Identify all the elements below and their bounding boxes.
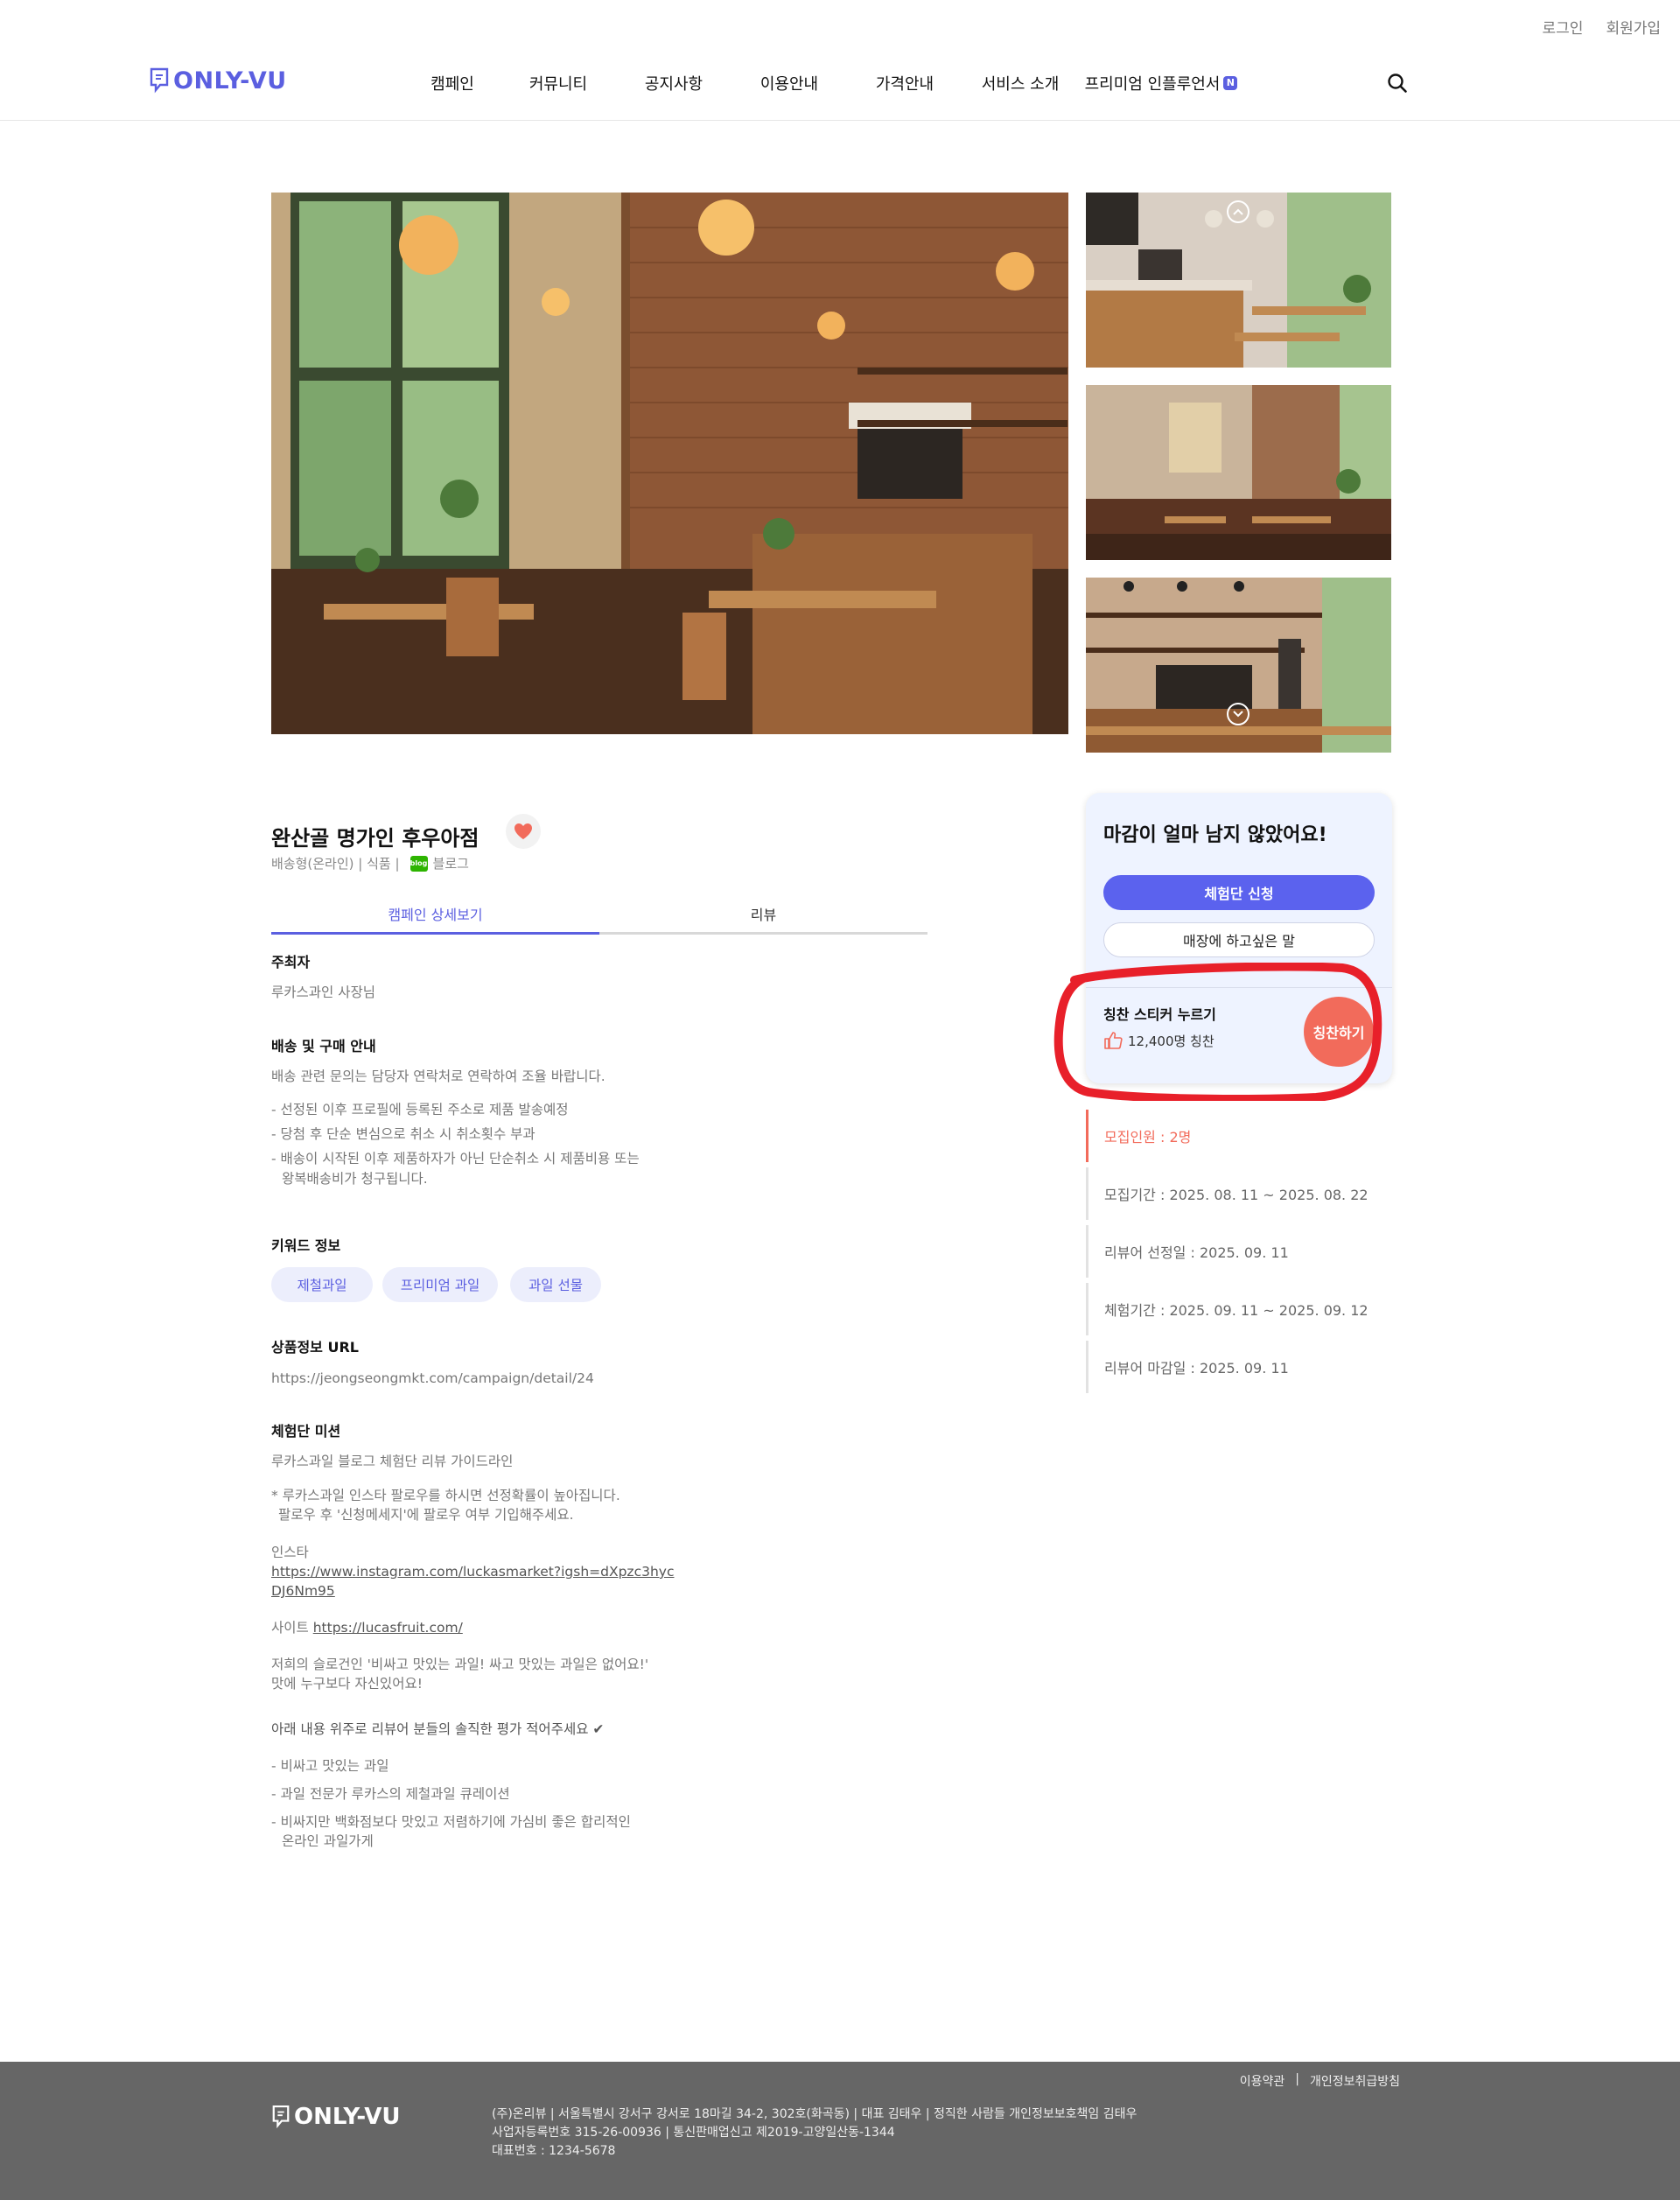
new-badge: N [1223,76,1238,90]
nav-campaign[interactable]: 캠페인 [411,70,494,96]
product-url-heading: 상품정보 URL [271,1339,359,1356]
campaign-tabs: 캠페인 상세보기 리뷰 [271,896,928,935]
main-cafe-image[interactable] [271,193,1068,734]
review-point-3: - 비싸지만 백화점보다 맛있고 저렴하기에 가심비 좋은 합리적인 [271,1814,631,1830]
company-info-line: (주)온리뷰 | 서울특별시 강서구 강서로 18마길 34-2, 302호(화… [492,2107,1138,2121]
site-label: 사이트 [271,1620,309,1636]
search-icon[interactable] [1386,72,1409,95]
insta-label: 인스타 [271,1545,309,1560]
mission-guideline: 루카스과일 블로그 체험단 리뷰 가이드라인 [271,1454,514,1469]
footer-links: 이용약관 | 개인정보취급방침 [1240,2072,1400,2090]
info-recruit-period: 모집기간 : 2025. 08. 11 ~ 2025. 08. 22 [1086,1167,1392,1220]
site-link[interactable]: https://lucasfruit.com/ [313,1620,463,1636]
deadline-notice: 마감이 얼마 남지 않았어요! [1103,824,1327,846]
host-heading: 주최자 [271,954,311,970]
footer-separator: | [1295,2072,1299,2086]
review-point-3-cont: 온라인 과일가게 [282,1833,374,1849]
apply-button[interactable]: 체험단 신청 [1103,875,1375,910]
nav-premium-label: 프리미엄 인플루언서 [1084,75,1221,94]
message-to-store-button[interactable]: 매장에 하고싶은 말 [1103,922,1375,957]
account-links: 로그인 회원가입 [1543,16,1661,38]
heart-icon [514,823,532,839]
slogan: 저희의 슬로건인 '비싸고 맛있는 과일! 싸고 맛있는 과일은 없어요!' [271,1657,649,1672]
signup-link[interactable]: 회원가입 [1606,16,1661,38]
privacy-link[interactable]: 개인정보취급방침 [1310,2072,1400,2090]
campaign-title: 완산골 명가인 후우아점 [271,826,480,851]
top-header: 로그인 회원가입 ONLY-VU 캠페인 커뮤니티 공지사항 이용안내 가격안내… [0,0,1680,121]
review-point-2: - 과일 전문가 루카스의 제철과일 큐레이션 [271,1786,510,1802]
praise-count-text: 12,400명 칭찬 [1128,1033,1214,1049]
shipping-item-3-cont: 왕복배송비가 청구됩니다. [282,1171,428,1187]
blog-icon: blog [410,855,428,872]
terms-link[interactable]: 이용약관 [1240,2072,1285,2090]
keyword-chip[interactable]: 제철과일 [271,1267,373,1302]
nav-about[interactable]: 서비스 소개 [962,70,1078,96]
logo-text: ONLY-VU [173,67,287,95]
review-guide: 아래 내용 위주로 리뷰어 분들의 솔직한 평가 적어주세요 ✔ [271,1721,605,1737]
nav-guide[interactable]: 이용안내 [732,70,847,96]
nav-pricing[interactable]: 가격안내 [847,70,962,96]
company-info-line: 대표번호 : 1234-5678 [492,2144,616,2158]
logo-icon [150,67,169,94]
logo[interactable]: ONLY-VU [149,67,287,95]
thumbnail-2[interactable] [1086,385,1391,560]
thumbs-up-icon [1104,1032,1123,1049]
tab-review[interactable]: 리뷰 [599,896,928,932]
mission-follow-note-cont: 팔로우 후 '신청메세지'에 팔로우 여부 기입해주세요. [278,1507,574,1523]
campaign-channel: 블로그 [432,856,469,872]
footer: 이용약관 | 개인정보취급방침 ONLY-VU (주)온리뷰 | 서울특별시 강… [0,2062,1680,2200]
nav-community[interactable]: 커뮤니티 [500,70,616,96]
insta-link-cont[interactable]: DJ6Nm95 [271,1582,335,1601]
tab-campaign-detail[interactable]: 캠페인 상세보기 [271,896,599,935]
mission-follow-note: * 루카스과일 인스타 팔로우를 하시면 선정확률이 높아집니다. [271,1488,620,1503]
campaign-meta: 배송형(온라인) | 식품 | blog 블로그 [271,854,469,872]
footer-logo-icon [272,2105,290,2129]
praise-count: 12,400명 칭찬 [1103,1031,1214,1050]
shipping-item-3: - 배송이 시작된 이후 제품하자가 아닌 단순취소 시 제품비용 또는 [271,1151,640,1167]
favorite-heart-button[interactable] [506,814,541,849]
nav-notice[interactable]: 공지사항 [616,70,732,96]
mission-heading: 체험단 미션 [271,1423,341,1440]
login-link[interactable]: 로그인 [1543,16,1584,38]
product-url[interactable]: https://jeongseongmkt.com/campaign/detai… [271,1370,594,1388]
insta-link[interactable]: https://www.instagram.com/luckasmarket?i… [271,1563,674,1581]
apply-card: 마감이 얼마 남지 않았어요! 체험단 신청 매장에 하고싶은 말 칭찬 스티커… [1086,793,1392,1083]
info-recruit-count: 모집인원 : 2명 [1086,1110,1392,1162]
slogan-cont: 맛에 누구보다 자신있어요! [271,1676,423,1692]
campaign-type: 배송형(온라인) | 식품 | [271,856,400,872]
nav-premium-influencer[interactable]: 프리미엄 인플루언서 N [1078,70,1244,96]
company-info-line: 사업자등록번호 315-26-00936 | 통신판매업신고 제2019-고양일… [492,2126,895,2140]
shipping-item-2: - 당첨 후 단순 변심으로 취소 시 취소횟수 부과 [271,1126,536,1142]
review-point-1: - 비싸고 맛있는 과일 [271,1758,389,1774]
keyword-chip[interactable]: 프리미엄 과일 [382,1267,498,1302]
shipping-item-1: - 선정된 이후 프로필에 등록된 주소로 제품 발송예정 [271,1102,569,1118]
praise-button[interactable]: 칭찬하기 [1304,997,1374,1067]
thumbnail-3[interactable] [1086,578,1391,753]
shipping-intro: 배송 관련 문의는 담당자 연락처로 연락하여 조율 바랍니다. [271,1068,606,1084]
shipping-heading: 배송 및 구매 안내 [271,1038,376,1054]
site-row: 사이트 https://lucasfruit.com/ [271,1619,463,1637]
keyword-heading: 키워드 정보 [271,1237,341,1254]
keyword-chip[interactable]: 과일 선물 [510,1267,601,1302]
info-review-deadline: 리뷰어 마감일 : 2025. 09. 11 [1086,1341,1392,1393]
thumbnail-up-arrow-icon[interactable] [1227,200,1250,223]
footer-logo-text: ONLY-VU [294,2104,401,2130]
footer-logo[interactable]: ONLY-VU [271,2104,401,2130]
host-name: 루카스과인 사장님 [271,984,376,1000]
thumbnail-down-arrow-icon[interactable] [1227,703,1250,725]
info-experience-period: 체험기간 : 2025. 09. 11 ~ 2025. 09. 12 [1086,1283,1392,1335]
info-selection-date: 리뷰어 선정일 : 2025. 09. 11 [1086,1225,1392,1278]
praise-sticker-heading: 칭찬 스티커 누르기 [1103,1006,1216,1023]
main-nav: 캠페인 커뮤니티 공지사항 이용안내 가격안내 서비스 소개 프리미엄 인플루언… [411,70,1244,96]
company-info: (주)온리뷰 | 서울특별시 강서구 강서로 18마길 34-2, 302호(화… [492,2105,1137,2161]
card-divider [1086,987,1392,988]
